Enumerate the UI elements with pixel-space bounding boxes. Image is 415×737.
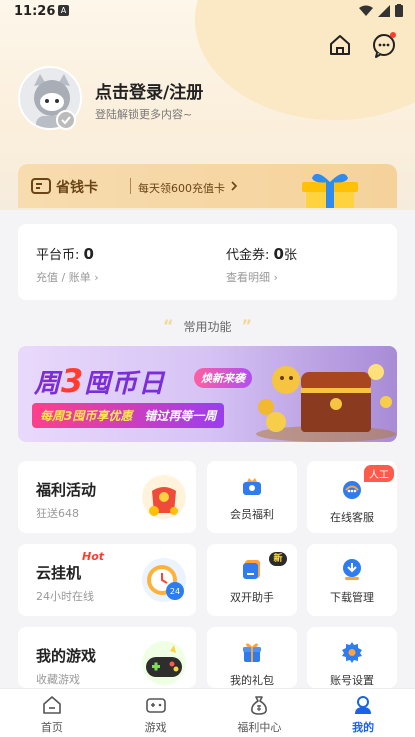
- tab-welfare-center[interactable]: 福利中心: [208, 689, 312, 737]
- check-icon: [61, 116, 71, 125]
- welfare-activity-tile[interactable]: 福利活动 狂送648: [18, 461, 196, 533]
- message-icon[interactable]: [371, 32, 397, 58]
- treasure-chest-icon: [256, 364, 396, 442]
- voucher-unit: 张: [283, 248, 297, 263]
- member-benefit-tile[interactable]: 会员福利: [207, 461, 297, 533]
- banner-title-pre: 周: [34, 369, 62, 399]
- cloud-title: 云挂机: [36, 564, 82, 582]
- home-icon[interactable]: [327, 32, 353, 58]
- account-settings-label: 账号设置: [330, 674, 374, 687]
- games-tab-icon: [145, 698, 166, 713]
- login-register-link[interactable]: 点击登录/注册: [95, 78, 203, 103]
- gift-box-icon: [302, 173, 358, 208]
- home-tab-icon: [43, 696, 61, 714]
- bottom-tab-bar: 首页 游戏 福利中心 我的: [0, 688, 415, 737]
- user-tab-icon: [355, 696, 372, 714]
- mygames-title: 我的游戏: [36, 647, 97, 665]
- welfare-title: 福利活动: [36, 481, 97, 499]
- saver-card[interactable]: 省钱卡 每天领600充值卡: [18, 164, 397, 208]
- saver-card-subtitle: 每天领600充值卡: [138, 182, 225, 195]
- tab-games[interactable]: 游戏: [104, 689, 208, 737]
- status-time: 11:26: [14, 4, 56, 19]
- saver-divider: [130, 178, 131, 194]
- money-bag-tab-icon: [251, 696, 268, 715]
- battery-icon: [395, 4, 403, 17]
- tab-home[interactable]: 首页: [0, 689, 104, 737]
- banner-strip: 每周3囤币享优惠 错过再等一周: [32, 403, 225, 428]
- platform-coin-label: 平台币:: [36, 248, 80, 263]
- svg-text:24: 24: [170, 587, 180, 596]
- tab-mine[interactable]: 我的: [311, 689, 415, 737]
- status-bar: 11:26 A: [0, 0, 415, 24]
- balance-card: 平台币: 0 充值 / 账单 › 代金券: 0张 查看明细 ›: [18, 224, 397, 300]
- gamepad-icon: [142, 641, 186, 685]
- my-gifts-tile[interactable]: 我的礼包: [207, 627, 297, 688]
- download-icon: [343, 559, 361, 580]
- voucher-value: 0: [273, 245, 284, 263]
- voucher-detail-text: 查看明细: [226, 271, 270, 284]
- common-functions-title: 常用功能: [183, 320, 232, 334]
- hot-badge: Hot: [82, 550, 105, 563]
- voucher: 代金券: 0张: [226, 244, 297, 263]
- tab-home-label: 首页: [40, 721, 63, 734]
- banner-tag: 焕新来袭: [194, 368, 252, 388]
- my-games-tile[interactable]: 我的游戏 收藏游戏: [18, 627, 196, 688]
- online-service-tile[interactable]: 人工 在线客服: [307, 461, 397, 533]
- account-settings-tile[interactable]: 账号设置: [307, 627, 397, 688]
- saver-card-title: 省钱卡: [56, 180, 98, 196]
- member-gift-icon: [243, 478, 261, 495]
- gift-icon: [243, 643, 261, 662]
- quote-left-icon: “: [162, 316, 174, 335]
- red-envelope-icon: [142, 475, 186, 519]
- login-subtitle: 登陆解锁更多内容~: [95, 108, 193, 121]
- banner-title-post: 囤币日: [84, 369, 166, 399]
- tab-mine-label: 我的: [352, 721, 375, 734]
- cloud-hosting-tile[interactable]: 云挂机 Hot 24小时在线 24: [18, 544, 196, 616]
- download-manager-tile[interactable]: 下载管理: [307, 544, 397, 616]
- my-gifts-label: 我的礼包: [230, 674, 274, 687]
- dual-open-label: 双开助手: [230, 591, 274, 604]
- banner-title-num: 3: [61, 362, 85, 400]
- wifi-icon: [359, 5, 373, 16]
- signal-icon: [378, 4, 390, 17]
- recharge-bill-text: 充值 / 账单: [36, 271, 91, 284]
- common-functions-header: “ 常用功能 ”: [0, 316, 415, 335]
- banner-title: 周3囤币日: [34, 362, 165, 400]
- avatar-badge: [56, 110, 76, 130]
- quote-right-icon: ”: [241, 316, 253, 335]
- mygames-subtitle: 收藏游戏: [36, 673, 80, 686]
- new-badge: 新: [269, 552, 287, 566]
- card-icon: [31, 178, 51, 194]
- banner-strip-a: 每周3囤币享优惠: [40, 409, 133, 423]
- settings-gear-icon: [342, 642, 362, 663]
- promo-banner[interactable]: 周3囤币日 焕新来袭 每周3囤币享优惠 错过再等一周: [18, 346, 397, 442]
- platform-coin-value: 0: [83, 245, 94, 263]
- customer-service-icon: [343, 481, 361, 499]
- dual-open-tile[interactable]: 新 双开助手: [207, 544, 297, 616]
- platform-coin: 平台币: 0: [36, 244, 94, 263]
- recharge-bill-link[interactable]: 充值 / 账单 ›: [36, 269, 99, 285]
- banner-strip-b: 错过再等一周: [144, 409, 217, 423]
- voucher-detail-link[interactable]: 查看明细 ›: [226, 269, 278, 285]
- clock-24-icon: 24: [142, 558, 186, 602]
- tab-games-label: 游戏: [144, 721, 167, 734]
- member-benefit-label: 会员福利: [230, 508, 274, 521]
- download-manager-label: 下载管理: [330, 591, 374, 604]
- online-service-label: 在线客服: [330, 511, 374, 524]
- notification-icon: A: [58, 5, 69, 16]
- welfare-subtitle: 狂送648: [36, 507, 79, 520]
- voucher-label: 代金券:: [226, 248, 270, 263]
- manual-service-badge: 人工: [364, 465, 394, 482]
- cloud-subtitle: 24小时在线: [36, 590, 94, 603]
- chevron-right-icon: [231, 181, 238, 191]
- tab-welfare-center-label: 福利中心: [237, 721, 282, 734]
- dual-open-icon: [243, 560, 260, 579]
